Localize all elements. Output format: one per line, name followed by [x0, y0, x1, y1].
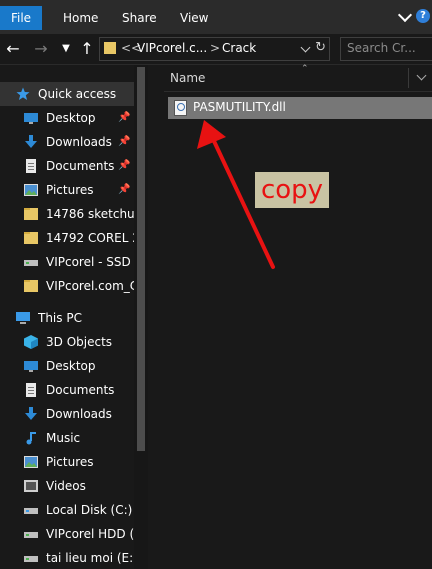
pin-icon[interactable]: 📌: [118, 184, 130, 195]
navigation-bar: ← → ▼ ↑ << VIPcorel.c... > Crack ↻ Searc…: [0, 34, 432, 65]
pc-icon: [16, 312, 30, 324]
sidebar-item-tai-lieu-moi-e[interactable]: tai lieu moi (E:): [0, 546, 134, 569]
expand-ribbon-chevron-icon[interactable]: [397, 7, 413, 23]
folder-icon: [24, 280, 38, 292]
drive-icon: [24, 532, 38, 538]
sort-ascending-icon: ⌃: [301, 64, 309, 74]
folder-icon: [24, 208, 38, 220]
sidebar-item-music[interactable]: Music: [0, 426, 134, 450]
videos-icon: [24, 480, 38, 492]
sidebar-item-label: VIPcorel HDD (D: [46, 527, 134, 541]
sidebar-item-downloads-pinned[interactable]: Downloads 📌: [0, 130, 134, 154]
sidebar-item-vipcorel-hdd-d[interactable]: VIPcorel HDD (D: [0, 522, 134, 546]
sidebar-item-videos[interactable]: Videos: [0, 474, 134, 498]
file-name: PASMUTILITY.dll: [193, 100, 286, 114]
sidebar-item-label: Desktop: [46, 359, 96, 373]
sidebar-item-folder-sketchup[interactable]: 14786 sketchup p: [0, 202, 134, 226]
address-bar[interactable]: << VIPcorel.c... > Crack ↻: [99, 37, 330, 61]
column-divider[interactable]: [408, 68, 409, 88]
download-icon: [25, 135, 37, 148]
forward-arrow-icon[interactable]: →: [30, 34, 52, 64]
sidebar-item-folder-vipcorel-com[interactable]: VIPcorel.com_Co: [0, 274, 134, 298]
column-header-name[interactable]: Name ⌃: [164, 64, 432, 92]
sidebar-item-desktop[interactable]: Desktop: [0, 354, 134, 378]
file-list-pane: Name ⌃ PASMUTILITY.dll: [150, 64, 432, 569]
navigation-pane: Quick access Desktop 📌 Downloads 📌 Docum…: [0, 65, 148, 569]
sidebar-item-this-pc[interactable]: This PC: [0, 306, 134, 330]
star-icon: [16, 87, 30, 100]
sidebar-item-label: Downloads: [46, 135, 112, 149]
sidebar-item-drive-vipcorel-ssd[interactable]: VIPcorel - SSD (L: [0, 250, 134, 274]
folder-icon: [24, 232, 38, 244]
documents-icon: [26, 159, 36, 173]
sidebar-item-label: Desktop: [46, 111, 96, 125]
tab-file[interactable]: File: [0, 6, 42, 30]
sidebar-item-label: Local Disk (C:): [46, 503, 133, 517]
download-icon: [25, 407, 37, 420]
sidebar-item-label: Documents: [46, 159, 115, 173]
back-arrow-icon[interactable]: ←: [2, 34, 24, 64]
sidebar-item-label: Pictures: [46, 455, 94, 469]
sidebar-item-folder-corel[interactable]: 14792 COREL 202: [0, 226, 134, 250]
help-icon[interactable]: ?: [416, 9, 430, 23]
tab-home[interactable]: Home: [63, 6, 98, 30]
search-box[interactable]: Search Cr...: [340, 37, 432, 61]
up-arrow-icon[interactable]: ↑: [76, 34, 98, 64]
refresh-icon[interactable]: ↻: [315, 40, 326, 55]
sidebar-item-label: 14792 COREL 202: [46, 231, 134, 245]
documents-icon: [26, 383, 36, 397]
pin-icon[interactable]: 📌: [118, 160, 130, 171]
column-options-chevron-icon[interactable]: [416, 70, 427, 81]
desktop-icon: [24, 113, 38, 124]
sidebar-item-documents[interactable]: Documents: [0, 378, 134, 402]
pictures-icon: [24, 456, 38, 468]
tab-share[interactable]: Share: [122, 6, 157, 30]
sidebar-item-label: Documents: [46, 383, 115, 397]
address-segment-current[interactable]: Crack: [222, 41, 256, 55]
dll-file-icon: [174, 100, 187, 116]
annotation-copy-label: copy: [255, 172, 329, 208]
sidebar-item-desktop-pinned[interactable]: Desktop 📌: [0, 106, 134, 130]
drive-icon: [24, 260, 38, 266]
address-separator: >: [210, 41, 221, 55]
sidebar-scrollbar-thumb[interactable]: [137, 67, 145, 451]
file-row[interactable]: PASMUTILITY.dll: [168, 97, 432, 119]
sidebar-item-label: Downloads: [46, 407, 112, 421]
sidebar-item-label: 3D Objects: [46, 335, 113, 349]
ribbon: File Home Share View ?: [0, 0, 432, 34]
sidebar-item-pictures-pinned[interactable]: Pictures 📌: [0, 178, 134, 202]
sidebar-item-pictures[interactable]: Pictures: [0, 450, 134, 474]
tab-view[interactable]: View: [180, 6, 208, 30]
sidebar-item-label: This PC: [38, 311, 82, 325]
sidebar-item-downloads[interactable]: Downloads: [0, 402, 134, 426]
drive-icon: [24, 508, 38, 514]
sidebar-item-label: 14786 sketchup p: [46, 207, 134, 221]
desktop-icon: [24, 361, 38, 372]
folder-icon: [104, 42, 116, 54]
sidebar-item-label: VIPcorel - SSD (L: [46, 255, 134, 269]
column-header-label: Name: [170, 71, 206, 85]
search-placeholder: Search Cr...: [347, 41, 416, 55]
address-segment-parent[interactable]: VIPcorel.c...: [137, 41, 207, 55]
sidebar-item-documents-pinned[interactable]: Documents 📌: [0, 154, 134, 178]
3d-objects-icon: [24, 335, 38, 349]
sidebar-item-local-disk-c[interactable]: Local Disk (C:): [0, 498, 134, 522]
music-icon: [26, 432, 36, 445]
address-dropdown-chevron-icon[interactable]: [300, 42, 311, 53]
sidebar-item-quick-access[interactable]: Quick access: [0, 82, 134, 106]
pin-icon[interactable]: 📌: [118, 112, 130, 123]
sidebar-item-label: Music: [46, 431, 81, 445]
sidebar-item-label: tai lieu moi (E:): [46, 551, 134, 565]
sidebar-item-3d-objects[interactable]: 3D Objects: [0, 330, 134, 354]
sidebar-item-label: Quick access: [38, 87, 117, 101]
drive-icon: [24, 556, 38, 562]
sidebar-item-label: VIPcorel.com_Co: [46, 279, 134, 293]
recent-locations-chevron-icon[interactable]: ▼: [55, 34, 77, 64]
pin-icon[interactable]: 📌: [118, 136, 130, 147]
sidebar-scrollbar[interactable]: [134, 65, 148, 569]
sidebar-item-label: Pictures: [46, 183, 94, 197]
pictures-icon: [24, 184, 38, 196]
sidebar-item-label: Videos: [46, 479, 86, 493]
